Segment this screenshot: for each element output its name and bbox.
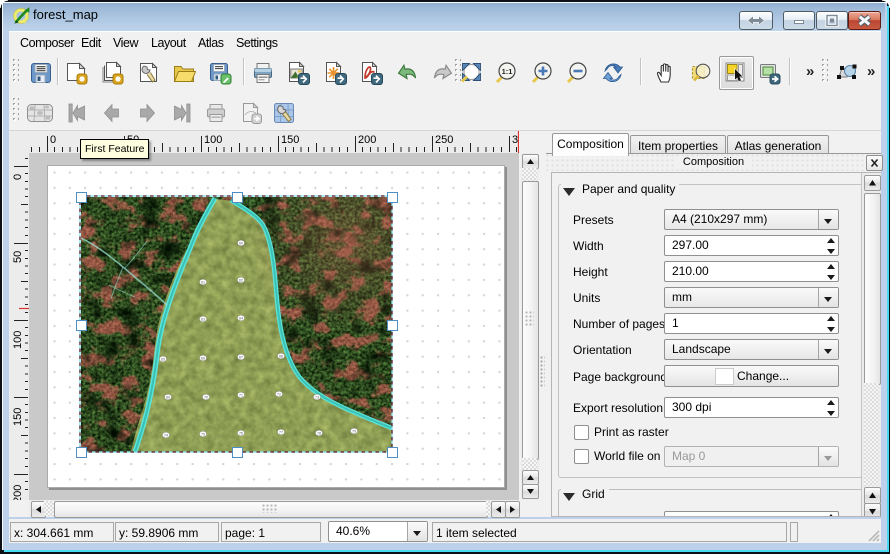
- svg-text:200: 200: [12, 485, 24, 500]
- svg-text:100: 100: [204, 134, 222, 146]
- svg-text:0: 0: [50, 134, 56, 146]
- svg-text:50: 50: [12, 251, 24, 263]
- svg-text:1:1: 1:1: [502, 67, 513, 76]
- svg-text:100: 100: [12, 331, 24, 349]
- svg-text:0: 0: [12, 174, 24, 180]
- svg-text:250: 250: [435, 134, 453, 146]
- svg-text:150: 150: [12, 408, 24, 426]
- svg-text:200: 200: [358, 134, 376, 146]
- svg-text:150: 150: [281, 134, 299, 146]
